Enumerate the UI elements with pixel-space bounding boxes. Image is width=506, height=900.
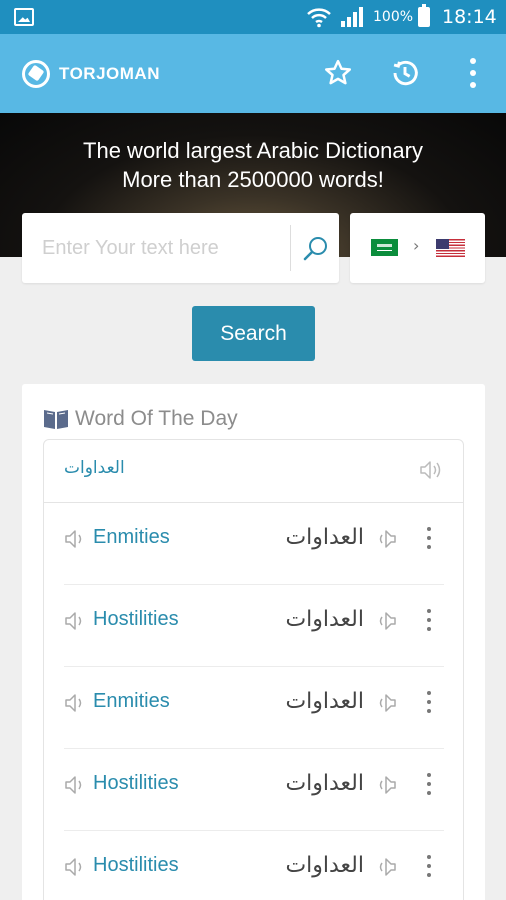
translation-arabic: العداوات	[285, 525, 364, 550]
more-vert-icon[interactable]	[424, 691, 434, 715]
search-icon[interactable]	[302, 235, 330, 267]
app-bar: TORJOMAN	[0, 34, 506, 113]
speaker-icon[interactable]	[373, 857, 397, 881]
translation-english: Hostilities	[93, 608, 179, 630]
speaker-icon[interactable]	[419, 460, 443, 484]
app-title: TORJOMAN	[59, 64, 160, 83]
speaker-icon[interactable]	[64, 529, 88, 553]
torjoman-logo-icon	[22, 60, 50, 88]
speaker-icon[interactable]	[373, 529, 397, 553]
speaker-icon[interactable]	[373, 775, 397, 799]
speaker-icon[interactable]	[373, 693, 397, 717]
translation-row[interactable]: Enmities العداوات	[64, 667, 444, 749]
signal-icon	[340, 6, 366, 32]
banner-headline: The world largest Arabic Dictionary	[83, 138, 423, 163]
more-vert-icon[interactable]	[424, 773, 434, 797]
battery-icon	[418, 4, 430, 27]
translation-arabic: العداوات	[285, 771, 364, 796]
translation-arabic: العداوات	[285, 607, 364, 632]
word-of-the-day-card: Word Of The Day العداوات Enmities العداو…	[22, 384, 485, 900]
status-bar: 100% 18:14	[0, 0, 506, 34]
more-vert-icon[interactable]	[456, 56, 490, 90]
translation-arabic: العداوات	[285, 853, 364, 878]
word-panel: العداوات Enmities العداوات Hostilities ا…	[43, 439, 464, 900]
speaker-icon[interactable]	[373, 611, 397, 635]
speaker-icon[interactable]	[64, 611, 88, 635]
translation-row[interactable]: Enmities العداوات	[64, 503, 444, 585]
history-icon[interactable]	[388, 56, 422, 90]
translation-english: Enmities	[93, 526, 170, 548]
wifi-icon	[306, 6, 332, 32]
translation-arabic: العداوات	[285, 689, 364, 714]
book-icon	[43, 408, 69, 434]
clock: 18:14	[442, 6, 497, 28]
more-vert-icon[interactable]	[424, 527, 434, 551]
more-vert-icon[interactable]	[424, 855, 434, 879]
battery-percent: 100%	[373, 9, 414, 25]
gallery-icon	[14, 8, 34, 26]
banner-subheadline: More than 2500000 words!	[122, 167, 384, 192]
more-vert-icon[interactable]	[424, 609, 434, 633]
chevron-right-icon: ›	[413, 236, 420, 255]
search-button[interactable]: Search	[192, 306, 315, 361]
word-of-day-arabic: العداوات	[64, 458, 125, 478]
translation-english: Hostilities	[93, 772, 179, 794]
word-header: العداوات	[44, 440, 463, 503]
translation-english: Hostilities	[93, 854, 179, 876]
translation-english: Enmities	[93, 690, 170, 712]
speaker-icon[interactable]	[64, 775, 88, 799]
card-title: Word Of The Day	[75, 407, 238, 430]
search-divider	[290, 225, 291, 271]
language-selector[interactable]: ›	[350, 213, 485, 283]
translation-row[interactable]: Hostilities العداوات	[64, 585, 444, 667]
star-icon[interactable]	[321, 56, 355, 90]
translation-row[interactable]: Hostilities العداوات	[64, 749, 444, 831]
speaker-icon[interactable]	[64, 857, 88, 881]
saudi-flag-icon	[371, 239, 398, 256]
translation-row[interactable]: Hostilities العداوات	[64, 831, 444, 900]
search-box	[22, 213, 339, 283]
speaker-icon[interactable]	[64, 693, 88, 717]
us-flag-icon	[436, 239, 465, 257]
search-input[interactable]	[42, 233, 292, 263]
